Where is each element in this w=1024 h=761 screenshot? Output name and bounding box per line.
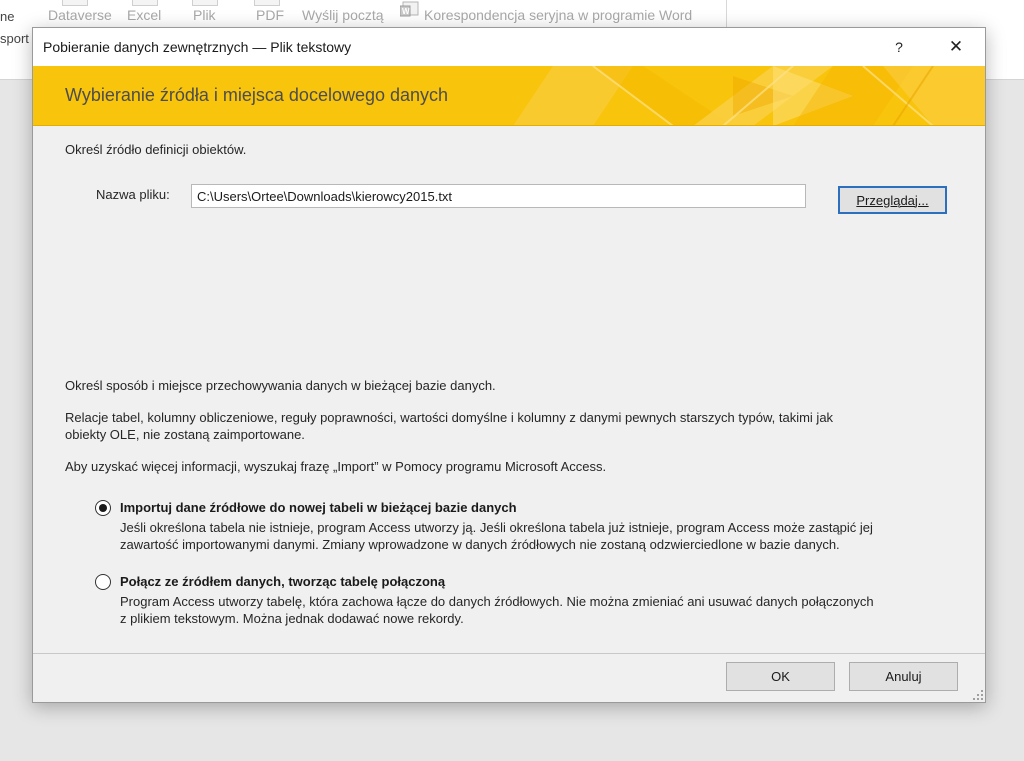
banner-title: Wybieranie źródła i miejsca docelowego d… xyxy=(65,85,449,105)
link-radio[interactable] xyxy=(95,574,111,590)
link-description: Program Access utworzy tabelę, która zac… xyxy=(120,593,874,627)
file-name-label: Nazwa pliku: xyxy=(96,187,170,202)
ribbon-left-label-1: ne xyxy=(0,9,15,24)
import-text-dialog: Pobieranie danych zewnętrznych — Plik te… xyxy=(32,27,986,703)
pdf-icon xyxy=(254,0,280,6)
warning-line-2: obiekty OLE, nie zostaną zaimportowane. xyxy=(65,427,305,442)
close-icon[interactable]: ✕ xyxy=(934,28,978,66)
ribbon-divider xyxy=(726,0,727,30)
ribbon-left-group: ne sport xyxy=(0,6,29,50)
storage-instruction: Określ sposób i miejsce przechowywania d… xyxy=(65,378,496,393)
browse-button-label: Przeglądaj... xyxy=(856,192,929,208)
link-radio-label[interactable]: Połącz ze źródłem danych, tworząc tabelę… xyxy=(120,574,445,589)
dataverse-icon xyxy=(62,0,88,6)
import-radio[interactable] xyxy=(95,500,111,516)
resize-grip-icon[interactable] xyxy=(973,690,984,701)
import-description-line-1: Jeśli określona tabela nie istnieje, pro… xyxy=(120,520,873,535)
ribbon-pdf[interactable]: PDF xyxy=(256,7,284,23)
browse-button[interactable]: Przeglądaj... xyxy=(838,186,947,214)
help-icon[interactable]: ? xyxy=(877,28,921,66)
link-description-line-1: Program Access utworzy tabelę, która zac… xyxy=(120,594,874,609)
help-info-text: Aby uzyskać więcej informacji, wyszukaj … xyxy=(65,459,607,474)
import-description-line-2: zawartość importowanymi danymi. Zmiany w… xyxy=(120,537,840,552)
import-radio-label[interactable]: Importuj dane źródłowe do nowej tabeli w… xyxy=(120,500,517,515)
import-description: Jeśli określona tabela nie istnieje, pro… xyxy=(120,519,873,553)
excel-icon xyxy=(132,0,158,6)
dialog-title: Pobieranie danych zewnętrznych — Plik te… xyxy=(43,39,352,55)
source-instruction: Określ źródło definicji obiektów. xyxy=(65,142,247,157)
text-file-icon xyxy=(192,0,218,6)
warning-line-1: Relacje tabel, kolumny obliczeniowe, reg… xyxy=(65,410,834,425)
file-name-input[interactable] xyxy=(191,184,806,208)
svg-text:W: W xyxy=(402,7,410,16)
ribbon-mail-merge[interactable]: Korespondencja seryjna w programie Word xyxy=(424,7,692,23)
footer-divider xyxy=(33,653,985,654)
dialog-titlebar[interactable]: Pobieranie danych zewnętrznych — Plik te… xyxy=(33,28,985,66)
ribbon-dataverse[interactable]: Dataverse xyxy=(48,7,112,23)
wizard-banner: Wybieranie źródła i miejsca docelowego d… xyxy=(33,66,985,126)
link-description-line-2: z plikiem tekstowym. Można jednak dodawa… xyxy=(120,611,464,626)
ribbon-left-label-2: sport xyxy=(0,31,29,46)
word-mail-merge-icon: W xyxy=(400,1,419,17)
ribbon-text-file[interactable]: Plik xyxy=(193,7,216,23)
ok-button[interactable]: OK xyxy=(726,662,835,691)
ribbon-email[interactable]: Wyślij pocztą xyxy=(302,7,384,23)
ribbon-excel[interactable]: Excel xyxy=(127,7,161,23)
cancel-button[interactable]: Anuluj xyxy=(849,662,958,691)
